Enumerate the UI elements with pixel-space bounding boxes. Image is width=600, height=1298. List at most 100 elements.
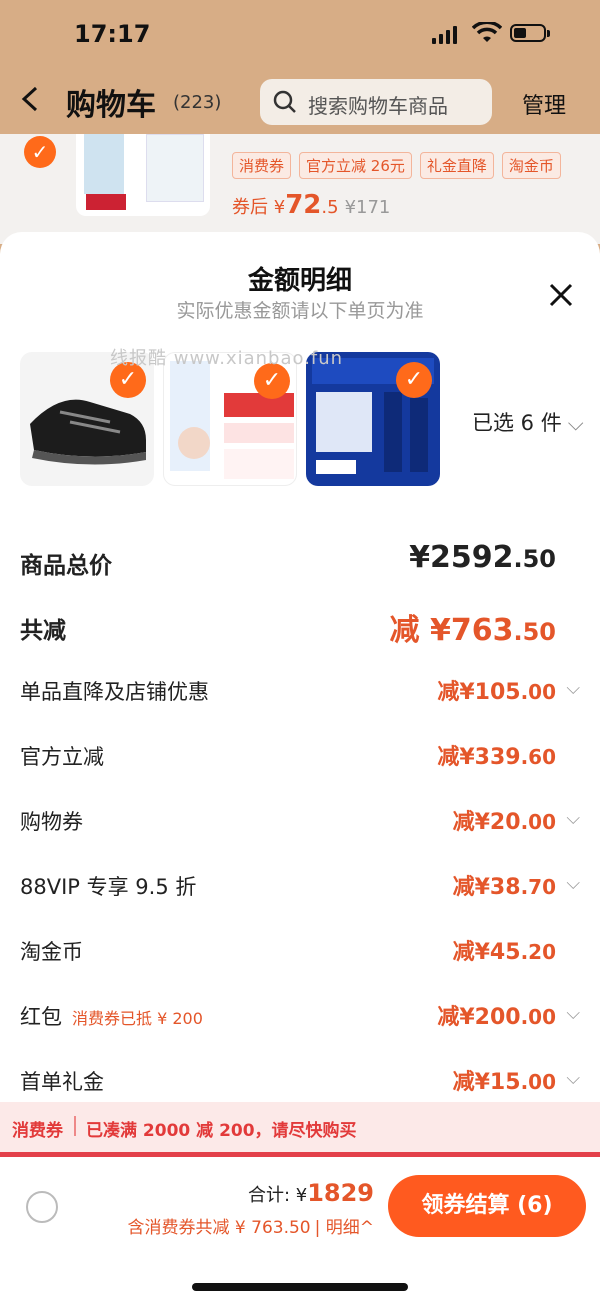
chevron-down-icon: ⌵ bbox=[566, 873, 580, 894]
banner-text: 已凑满 2000 减 200，请尽快购买 bbox=[86, 1121, 357, 1141]
banner-tag: 消费券 bbox=[12, 1121, 63, 1141]
cart-item-checkbox[interactable]: ✓ bbox=[24, 136, 56, 168]
row-value: ¥2592.50 bbox=[409, 540, 556, 575]
selected-count[interactable]: 已选 6 件 ⌵ bbox=[472, 407, 584, 437]
selected-items: ✓ ✓ ✓ bbox=[20, 352, 460, 486]
row-coupon[interactable]: 购物券 减¥20.00 ⌵ bbox=[20, 802, 580, 842]
row-label: 单品直降及店铺优惠 bbox=[20, 680, 209, 704]
row-label: 商品总价 bbox=[20, 553, 112, 579]
row-label: 官方立减 bbox=[20, 745, 104, 769]
home-indicator bbox=[192, 1283, 408, 1291]
search-placeholder: 搜索购物车商品 bbox=[308, 94, 448, 118]
value-int: 减¥15 bbox=[452, 1070, 521, 1095]
back-button[interactable] bbox=[18, 84, 48, 114]
row-value: 减¥339.60 bbox=[437, 739, 556, 771]
status-time: 17:17 bbox=[74, 20, 151, 48]
wifi-icon bbox=[472, 22, 502, 42]
value-int: 减 ¥763 bbox=[389, 613, 514, 648]
tag: 礼金直降 bbox=[419, 152, 494, 179]
search-icon bbox=[273, 90, 296, 113]
value-dec: .50 bbox=[513, 545, 556, 573]
select-all-checkbox[interactable] bbox=[26, 1191, 58, 1223]
value-int: 减¥200 bbox=[437, 1005, 521, 1030]
manage-button[interactable]: 管理 bbox=[522, 88, 566, 120]
value-int: 减¥38 bbox=[452, 875, 521, 900]
row-note: 消费券已抵 ¥ 200 bbox=[72, 1009, 203, 1028]
value-int: 减¥105 bbox=[437, 680, 521, 705]
cart-count: (223) bbox=[173, 92, 222, 113]
row-total-price: 商品总价 ¥2592.50 bbox=[20, 540, 580, 582]
row-value: 减¥105.00 bbox=[437, 674, 556, 706]
price-int: 72 bbox=[285, 190, 322, 220]
status-bar: 17:17 bbox=[0, 0, 600, 70]
selected-label: 已选 6 件 bbox=[472, 411, 562, 435]
row-value: 减¥20.00 bbox=[453, 804, 556, 836]
total-label: 合计: ¥ bbox=[247, 1185, 308, 1206]
value-dec: .60 bbox=[520, 745, 556, 769]
value-dec: .00 bbox=[520, 680, 556, 704]
chevron-down-icon: ⌵ bbox=[566, 1003, 580, 1024]
row-store-discount[interactable]: 单品直降及店铺优惠 减¥105.00 ⌵ bbox=[20, 672, 580, 712]
tag: 消费券 bbox=[232, 152, 292, 179]
chevron-left-icon bbox=[21, 86, 38, 112]
row-value: 减¥15.00 bbox=[453, 1064, 556, 1096]
sheet-subtitle: 实际优惠金额请以下单页为准 bbox=[176, 300, 424, 322]
cart-item-image bbox=[76, 134, 210, 216]
total-amount: 1829 bbox=[307, 1179, 374, 1207]
chevron-down-icon: ⌵ bbox=[567, 411, 584, 435]
checkout-button[interactable]: 领券结算 (6) bbox=[388, 1175, 586, 1237]
battery-icon bbox=[510, 24, 550, 42]
row-value: 减¥45.20 bbox=[453, 934, 556, 966]
value-dec: .00 bbox=[520, 1005, 556, 1029]
total-price: 合计: ¥1829 bbox=[248, 1179, 374, 1207]
value-dec: .50 bbox=[513, 618, 556, 646]
product-thumb[interactable]: ✓ bbox=[306, 352, 440, 486]
watermark: 线报酷 www.xianbao.fun bbox=[110, 348, 344, 369]
row-official-discount: 官方立减 减¥339.60 bbox=[20, 737, 580, 777]
cart-header: 购物车 (223) 搜索购物车商品 管理 bbox=[0, 70, 600, 134]
row-red-packet[interactable]: 红包 消费券已抵 ¥ 200 减¥200.00 ⌵ bbox=[20, 997, 580, 1037]
row-label: 淘金币 bbox=[20, 940, 83, 964]
tag: 官方立减 26元 bbox=[299, 152, 412, 179]
chevron-down-icon: ⌵ bbox=[566, 808, 580, 829]
value-int: 减¥339 bbox=[437, 745, 521, 770]
chevron-down-icon: ⌵ bbox=[566, 678, 580, 699]
sheet-title: 金额明细 bbox=[247, 266, 352, 296]
value-dec: .00 bbox=[520, 810, 556, 834]
checkout-footer: 合计: ¥1829 含消费券共减 ¥ 763.50 | 明细^ 领券结算 (6) bbox=[0, 1157, 600, 1298]
page-title: 购物车 bbox=[66, 88, 156, 123]
amount-detail-sheet: 金额明细 实际优惠金额请以下单页为准 ✓ ✓ ✓ 线报酷 www.xianbao… bbox=[0, 232, 600, 1298]
price-label: 券后 ¥ bbox=[232, 197, 286, 218]
row-88vip[interactable]: 88VIP 专享 9.5 折 减¥38.70 ⌵ bbox=[20, 867, 580, 907]
product-thumb[interactable]: ✓ bbox=[20, 352, 154, 486]
cart-item-tags: 消费券 官方立减 26元 礼金直降 淘金币 bbox=[232, 152, 561, 179]
product-thumb[interactable]: ✓ bbox=[163, 352, 297, 486]
value-int: 减¥20 bbox=[452, 810, 521, 835]
coupon-banner[interactable]: 消费券 已凑满 2000 减 200，请尽快购买 bbox=[0, 1102, 600, 1152]
row-label: 88VIP 专享 9.5 折 bbox=[20, 875, 197, 899]
signal-icon bbox=[432, 26, 457, 44]
value-int: 减¥45 bbox=[452, 940, 521, 965]
cart-item-price: 券后 ¥72.5 ¥171 bbox=[232, 190, 390, 220]
label-text: 红包 bbox=[20, 1005, 62, 1029]
value-dec: .00 bbox=[520, 1070, 556, 1094]
row-value: 减¥200.00 bbox=[437, 999, 556, 1031]
row-label: 共减 bbox=[20, 618, 66, 644]
row-taojinbi: 淘金币 减¥45.20 bbox=[20, 932, 580, 972]
check-icon: ✓ bbox=[396, 362, 432, 398]
row-label: 购物券 bbox=[20, 810, 83, 834]
detail-toggle[interactable]: | 明细^ bbox=[315, 1218, 374, 1238]
search-input[interactable]: 搜索购物车商品 bbox=[260, 79, 492, 125]
subtotal-line[interactable]: 含消费券共减 ¥ 763.50 | 明细^ bbox=[128, 1213, 375, 1238]
row-value: 减¥38.70 bbox=[453, 869, 556, 901]
row-value: 减 ¥763.50 bbox=[390, 605, 556, 649]
chevron-down-icon: ⌵ bbox=[566, 1068, 580, 1089]
value-int: ¥2592 bbox=[409, 540, 514, 575]
row-first-order-gift[interactable]: 首单礼金 减¥15.00 ⌵ bbox=[20, 1062, 580, 1102]
close-icon[interactable] bbox=[546, 280, 576, 310]
subtotal-text: 含消费券共减 ¥ 763.50 bbox=[127, 1218, 311, 1238]
orig-price: ¥171 bbox=[344, 197, 391, 218]
row-label: 红包 消费券已抵 ¥ 200 bbox=[20, 1001, 203, 1031]
tag: 淘金币 bbox=[501, 152, 561, 179]
row-total-discount: 共减 减 ¥763.50 bbox=[20, 605, 580, 649]
